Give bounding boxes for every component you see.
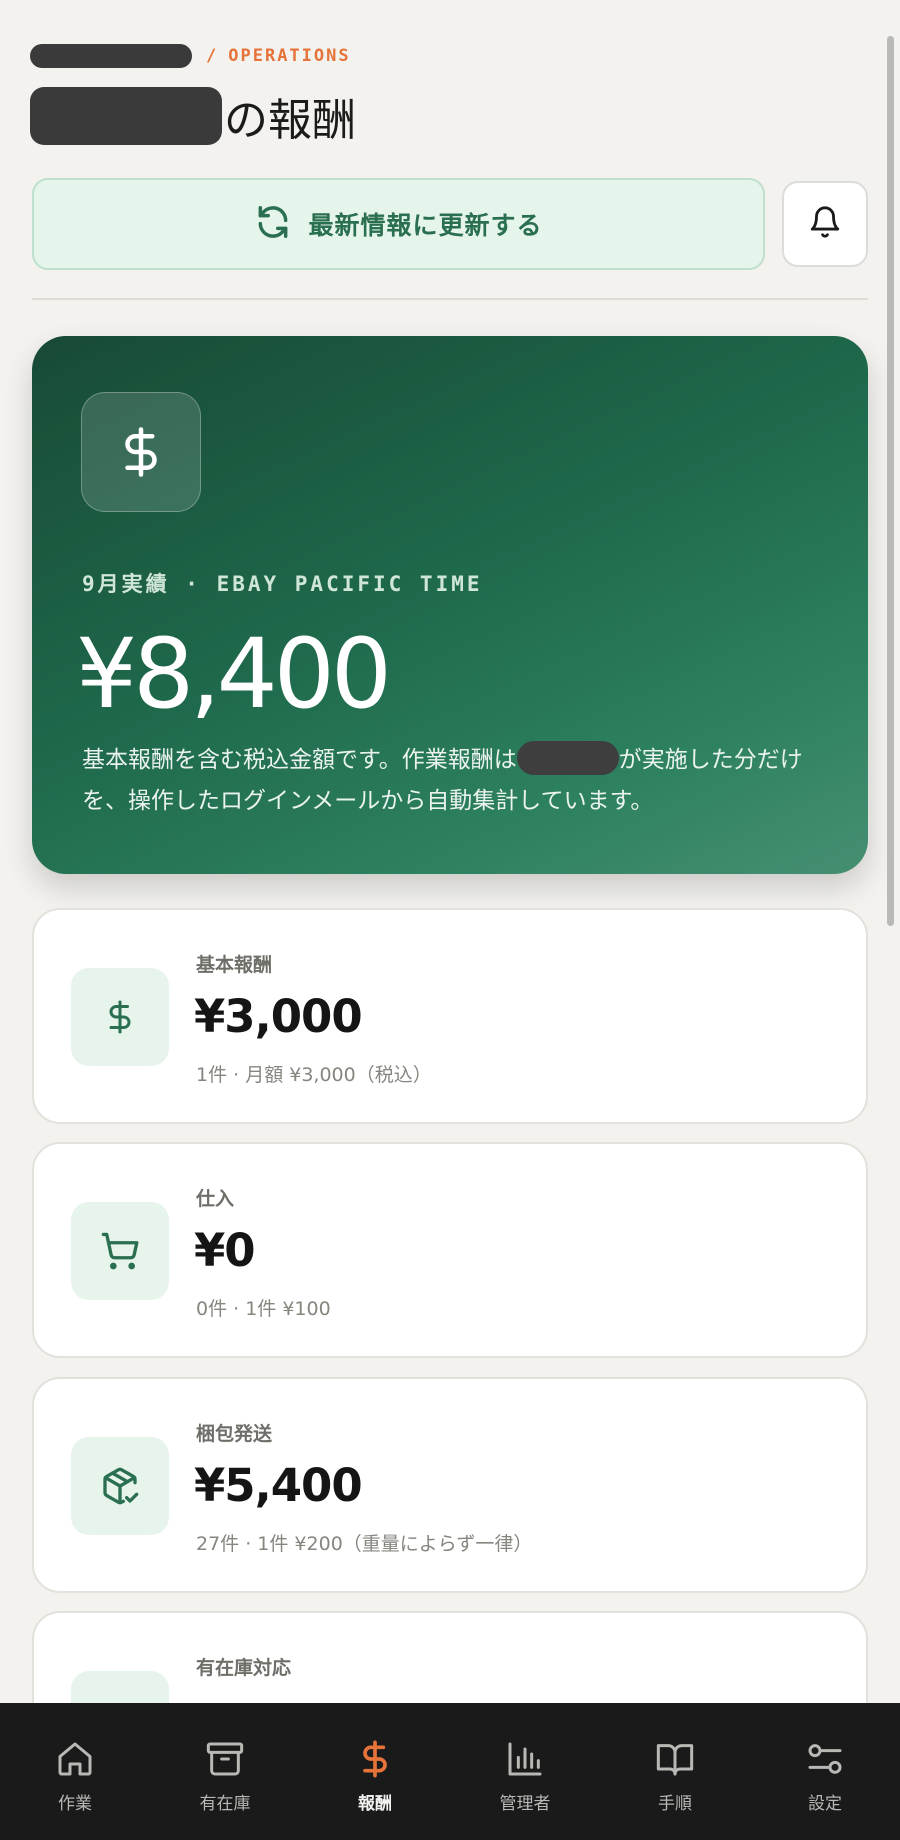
nav-label: 作業 <box>58 1794 92 1814</box>
card-amount: ¥3,000 <box>194 990 363 1043</box>
dollar-icon <box>355 1739 395 1783</box>
redacted-name-inline <box>516 741 619 775</box>
reward-card-stock: 有在庫対応 <box>32 1611 868 1703</box>
breadcrumb-separator: / <box>206 46 219 66</box>
card-label: 基本報酬 <box>196 954 273 976</box>
rewards-page: / OPERATIONS の報酬 最新情報に更新する 9月実績 · EBAY P… <box>0 0 900 1703</box>
book-icon <box>655 1739 695 1783</box>
refresh-button[interactable]: 最新情報に更新する <box>32 178 765 270</box>
reward-card-packing: 梱包発送 ¥5,400 27件 · 1件 ¥200（重量によらず一律） <box>32 1377 868 1593</box>
period-label: 9月実績 · EBAY PACIFIC TIME <box>82 572 483 596</box>
card-label: 有在庫対応 <box>196 1657 292 1679</box>
redacted-name <box>30 44 192 68</box>
description-text-before: 基本報酬を含む税込金額です。作業報酬は <box>82 747 517 773</box>
card-amount: ¥0 <box>194 1224 256 1277</box>
nav-label: 有在庫 <box>199 1794 251 1814</box>
cart-icon <box>71 1202 169 1300</box>
nav-item-stock[interactable]: 有在庫 <box>150 1703 300 1840</box>
nav-label: 報酬 <box>358 1794 392 1814</box>
nav-label: 管理者 <box>499 1794 551 1814</box>
package-check-icon <box>71 1437 169 1535</box>
page-title-text: の報酬 <box>224 95 356 146</box>
settings-sliders-icon <box>805 1739 845 1783</box>
nav-item-admin[interactable]: 管理者 <box>450 1703 600 1840</box>
dollar-icon <box>81 392 201 512</box>
nav-item-settings[interactable]: 設定 <box>750 1703 900 1840</box>
card-amount: ¥5,400 <box>194 1459 363 1512</box>
reward-card-purchase: 仕入 ¥0 0件 · 1件 ¥100 <box>32 1142 868 1358</box>
scrollbar[interactable] <box>887 36 894 926</box>
card-note: 0件 · 1件 ¥100 <box>196 1298 331 1320</box>
card-label: 梱包発送 <box>196 1423 273 1445</box>
card-note: 27件 · 1件 ¥200（重量によらず一律） <box>196 1533 533 1555</box>
refresh-icon <box>254 203 292 245</box>
notifications-button[interactable] <box>782 181 868 267</box>
page-title: の報酬 <box>30 86 356 146</box>
total-description: 基本報酬を含む税込金額です。作業報酬は が実施した分だけを、操作したログインメール… <box>82 740 842 822</box>
divider <box>32 298 868 300</box>
nav-label: 設定 <box>808 1794 842 1814</box>
card-note: 1件 · 月額 ¥3,000（税込） <box>196 1064 432 1086</box>
nav-item-procedures[interactable]: 手順 <box>600 1703 750 1840</box>
redacted-user-name <box>30 87 222 145</box>
archive-icon <box>205 1739 245 1783</box>
card-label: 仕入 <box>196 1188 235 1210</box>
breadcrumb-section[interactable]: OPERATIONS <box>228 46 350 66</box>
bell-icon <box>808 205 842 243</box>
total-amount: ¥8,400 <box>76 618 392 730</box>
nav-item-rewards[interactable]: 報酬 <box>300 1703 450 1840</box>
dollar-icon <box>71 968 169 1066</box>
monthly-total-card: 9月実績 · EBAY PACIFIC TIME ¥8,400 基本報酬を含む税… <box>32 336 868 874</box>
bottom-nav: 作業 有在庫 報酬 管理者 手順 設定 <box>0 1703 900 1840</box>
refresh-button-label: 最新情報に更新する <box>308 211 543 240</box>
reward-card-base: 基本報酬 ¥3,000 1件 · 月額 ¥3,000（税込） <box>32 908 868 1124</box>
bar-chart-icon <box>505 1739 545 1783</box>
breadcrumb: / OPERATIONS <box>30 44 351 68</box>
nav-label: 手順 <box>658 1794 692 1814</box>
home-icon <box>55 1739 95 1783</box>
archive-icon <box>71 1671 169 1703</box>
nav-item-work[interactable]: 作業 <box>0 1703 150 1840</box>
